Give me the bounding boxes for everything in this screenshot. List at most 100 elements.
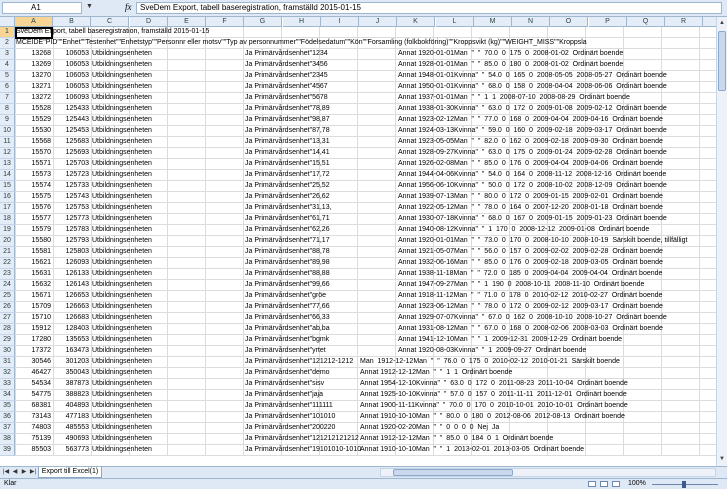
column-header-o[interactable]: O bbox=[550, 17, 588, 27]
cell-g20[interactable]: Ja Primärvårdsenhet"71,17 bbox=[245, 236, 330, 246]
cell-k8[interactable]: Annat 1938-01-30Kvinna" " 63.0 0 172 0 2… bbox=[398, 104, 667, 114]
cell-b31[interactable]: 301203 bbox=[54, 357, 89, 367]
cell-a9[interactable]: 15529 bbox=[16, 115, 51, 125]
cell-k22[interactable]: Annat 1932-06-16Man " " 85.0 0 176 0 200… bbox=[398, 258, 663, 268]
cell-g14[interactable]: Ja Primärvårdsenhet"17,72 bbox=[245, 170, 330, 180]
row-header[interactable]: 30 bbox=[0, 346, 15, 357]
chevron-down-icon[interactable]: ▼ bbox=[86, 3, 93, 10]
cell-k25[interactable]: Annat 1918-11-12Man " " 71.0 0 178 0 201… bbox=[398, 291, 662, 301]
cell-a5[interactable]: 13270 bbox=[16, 71, 51, 81]
cell-b12[interactable]: 125693 bbox=[54, 148, 89, 158]
horizontal-scrollbar[interactable] bbox=[380, 468, 716, 477]
cell-j34[interactable]: Annat 1925-10-10Kvinna" " 57.0 0 157 0 2… bbox=[360, 390, 627, 400]
cell-k9[interactable]: Annat 1923-02-12Man " " 77.0 0 168 0 200… bbox=[398, 115, 663, 125]
cell-k16[interactable]: Annat 1939-07-13Man " " 80.0 0 172 0 200… bbox=[398, 192, 663, 202]
cell-a25[interactable]: 15671 bbox=[16, 291, 51, 301]
cell-b28[interactable]: 128403 bbox=[54, 324, 89, 334]
cell-a27[interactable]: 15710 bbox=[16, 313, 51, 323]
cell-g34[interactable]: Ja Primärvårdsenhet"jaja bbox=[245, 390, 323, 400]
row-header[interactable]: 31 bbox=[0, 357, 15, 368]
cell-b4[interactable]: 106053 bbox=[54, 60, 89, 70]
cell-k26[interactable]: Annat 1923-06-12Man " " 78.0 0 172 0 200… bbox=[398, 302, 663, 312]
row-header[interactable]: 14 bbox=[0, 170, 15, 181]
column-header-g[interactable]: G bbox=[244, 17, 282, 27]
sheet-tab[interactable]: Export till Excel(1) bbox=[38, 467, 102, 478]
cell-j37[interactable]: Annat 1920-02-20Man " " 0 0 0 0 Nej Ja bbox=[360, 423, 499, 433]
cell-c20[interactable]: Utbildningsenheten bbox=[92, 236, 152, 246]
cell-k4[interactable]: Annat 1928-01-01Man " " 85.0 0 180 0 200… bbox=[398, 60, 623, 70]
cell-c11[interactable]: Utbildningsenheten bbox=[92, 137, 152, 147]
cell-c7[interactable]: Utbildningsenheten bbox=[92, 93, 152, 103]
cell-k19[interactable]: Annat 1940-08-12Kvinna" " 1 170 0 2008-1… bbox=[398, 225, 649, 235]
cell-k11[interactable]: Annat 1923-05-05Man " " 82.0 0 162 0 200… bbox=[398, 137, 663, 147]
cell-b38[interactable]: 490693 bbox=[54, 434, 89, 444]
cell-g26[interactable]: Ja Primärvårdsenhet"77,66 bbox=[245, 302, 330, 312]
cell-g6[interactable]: Ja Primärvårdsenhet"4567 bbox=[245, 82, 328, 92]
cell-a28[interactable]: 15912 bbox=[16, 324, 51, 334]
cell-g31[interactable]: Ja Primärvårdsenhet"121212-1212 bbox=[245, 357, 353, 367]
cell-b14[interactable]: 125723 bbox=[54, 170, 89, 180]
cell-g27[interactable]: Ja Primärvårdsenhet"66,33 bbox=[245, 313, 330, 323]
cell-c33[interactable]: Utbildningsenheten bbox=[92, 379, 152, 389]
column-header-b[interactable]: B bbox=[53, 17, 91, 27]
cell-k30[interactable]: Annat 1920-08-03Kvinna" " 1 2009-09-27 O… bbox=[398, 346, 586, 356]
cell-k17[interactable]: Annat 1922-05-12Man " " 78.0 0 164 0 200… bbox=[398, 203, 663, 213]
cell-a29[interactable]: 17280 bbox=[16, 335, 51, 345]
cell-a10[interactable]: 15530 bbox=[16, 126, 51, 136]
column-header-l[interactable]: L bbox=[436, 17, 474, 27]
cell-g8[interactable]: Ja Primärvårdsenhet"78,89 bbox=[245, 104, 330, 114]
cell-c5[interactable]: Utbildningsenheten bbox=[92, 71, 152, 81]
row-header[interactable]: 26 bbox=[0, 302, 15, 313]
row-header[interactable]: 34 bbox=[0, 390, 15, 401]
cell-k10[interactable]: Annat 1924-03-13Kvinna" " 59.0 0 160 0 2… bbox=[398, 126, 667, 136]
cell-g12[interactable]: Ja Primärvårdsenhet"14,41 bbox=[245, 148, 330, 158]
column-header-i[interactable]: I bbox=[321, 17, 359, 27]
row-header[interactable]: 28 bbox=[0, 324, 15, 335]
row-header[interactable]: 2 bbox=[0, 38, 15, 49]
cell-a37[interactable]: 74803 bbox=[16, 423, 51, 433]
page-break-view-icon[interactable] bbox=[612, 481, 620, 487]
cell-c26[interactable]: Utbildningsenheten bbox=[92, 302, 152, 312]
column-header-c[interactable]: C bbox=[91, 17, 129, 27]
zoom-level[interactable]: 100% bbox=[628, 479, 646, 489]
cell-a1[interactable]: SveDem Export, tabell baseregistration, … bbox=[16, 27, 209, 37]
cell-a20[interactable]: 15580 bbox=[16, 236, 51, 246]
row-header[interactable]: 20 bbox=[0, 236, 15, 247]
row-header[interactable]: 24 bbox=[0, 280, 15, 291]
cell-j39[interactable]: Annat 1910-10-10Man " " 1 2013-02-01 201… bbox=[360, 445, 584, 455]
cell-g15[interactable]: Ja Primärvårdsenhet"25,52 bbox=[245, 181, 330, 191]
vertical-scroll-thumb[interactable] bbox=[718, 31, 726, 91]
cell-c24[interactable]: Utbildningsenheten bbox=[92, 280, 152, 290]
cell-a33[interactable]: 54534 bbox=[16, 379, 51, 389]
column-header-m[interactable]: M bbox=[474, 17, 512, 27]
cell-g13[interactable]: Ja Primärvårdsenhet"15,51 bbox=[245, 159, 330, 169]
cell-b6[interactable]: 106053 bbox=[54, 82, 89, 92]
cell-a32[interactable]: 46427 bbox=[16, 368, 51, 378]
cell-g36[interactable]: Ja Primärvårdsenhet"101010 bbox=[245, 412, 335, 422]
function-icon[interactable]: fx bbox=[125, 2, 132, 12]
cell-g28[interactable]: Ja Primärvårdsenhet"ab,ba bbox=[245, 324, 330, 334]
cell-g19[interactable]: Ja Primärvårdsenhet"62,26 bbox=[245, 225, 330, 235]
cell-g3[interactable]: Ja Primärvårdsenhet"1234 bbox=[245, 49, 328, 59]
column-header-r[interactable]: R bbox=[665, 17, 703, 27]
row-header[interactable]: 33 bbox=[0, 379, 15, 390]
row-header[interactable]: 17 bbox=[0, 203, 15, 214]
cell-a8[interactable]: 15528 bbox=[16, 104, 51, 114]
row-header[interactable]: 3 bbox=[0, 49, 15, 60]
column-header-d[interactable]: D bbox=[130, 17, 168, 27]
row-header[interactable]: 23 bbox=[0, 269, 15, 280]
cell-g4[interactable]: Ja Primärvårdsenhet"3456 bbox=[245, 60, 328, 70]
row-header[interactable]: 22 bbox=[0, 258, 15, 269]
select-all-corner[interactable] bbox=[0, 17, 15, 27]
cell-a16[interactable]: 15575 bbox=[16, 192, 51, 202]
cell-a7[interactable]: 13272 bbox=[16, 93, 51, 103]
row-header[interactable]: 9 bbox=[0, 115, 15, 126]
cell-a12[interactable]: 15570 bbox=[16, 148, 51, 158]
cell-a34[interactable]: 54775 bbox=[16, 390, 51, 400]
cell-b21[interactable]: 125803 bbox=[54, 247, 89, 257]
cell-c29[interactable]: Utbildningsenheten bbox=[92, 335, 152, 345]
row-header[interactable]: 32 bbox=[0, 368, 15, 379]
row-header[interactable]: 7 bbox=[0, 93, 15, 104]
cell-b24[interactable]: 126143 bbox=[54, 280, 89, 290]
cell-a4[interactable]: 13269 bbox=[16, 60, 51, 70]
